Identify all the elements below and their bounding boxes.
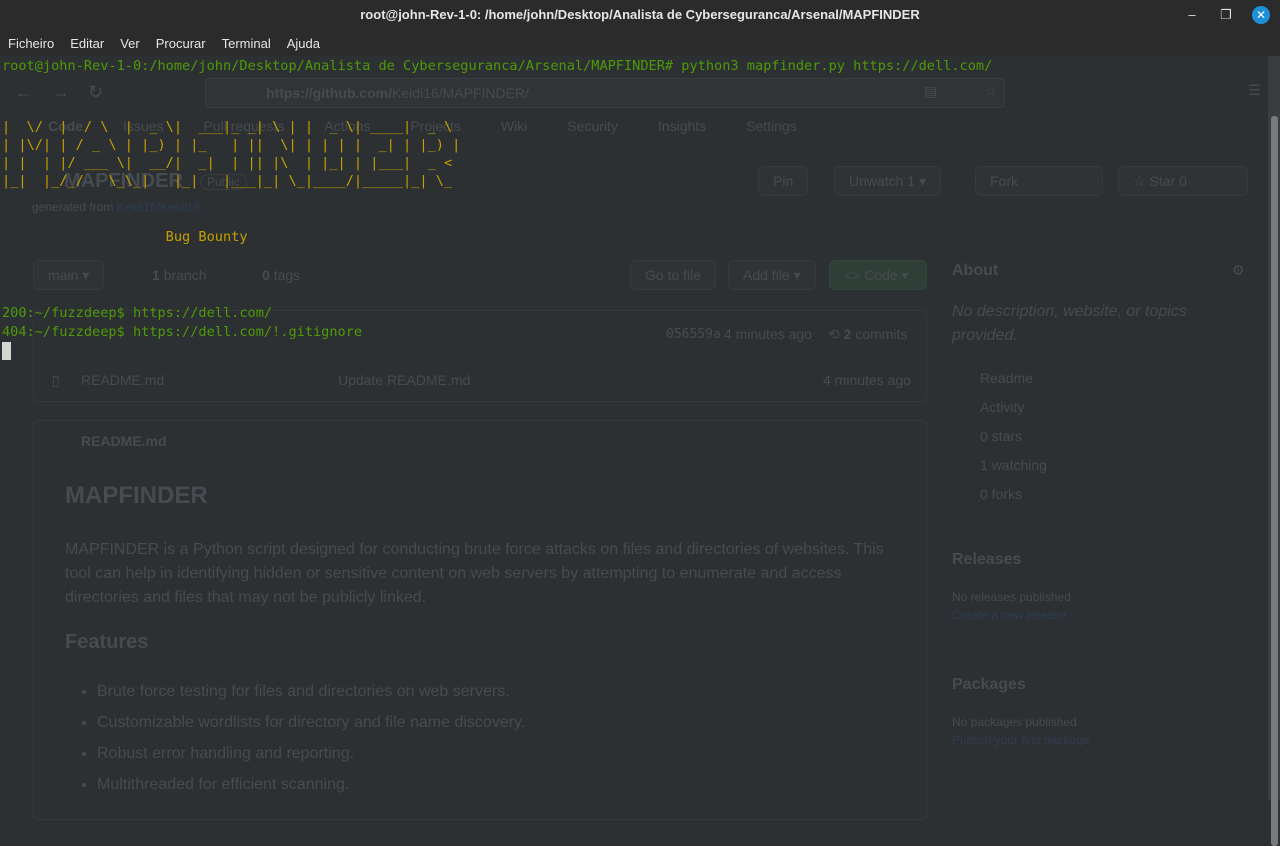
maximize-button[interactable]: ❐	[1218, 0, 1234, 30]
watch-count: 1	[907, 173, 916, 189]
commits-count: 2	[843, 326, 852, 342]
features-title: Features	[65, 631, 149, 653]
packages-title: Packages	[952, 676, 1026, 693]
feature-item: Brute force testing for files and direct…	[97, 676, 525, 707]
commit-time: 4 minutes ago	[724, 326, 812, 342]
commit-hash: 056559a	[666, 327, 721, 342]
about-readme: Readme	[980, 370, 1033, 386]
create-release-link: Create a new release	[952, 608, 1067, 622]
forward-icon: →	[52, 82, 70, 102]
about-watching: 1 watching	[980, 457, 1047, 473]
unwatch-button: Unwatch 1 ▾	[834, 166, 942, 196]
feature-item: Robust error handling and reporting.	[97, 738, 525, 769]
feature-item: Multithreaded for efficient scanning.	[97, 769, 525, 800]
about-activity: Activity	[980, 399, 1025, 415]
scrollbar-thumb[interactable]	[1271, 116, 1278, 846]
ascii-banner-line: | \/ | / \ | _ \| ___|_ _| \ | | _ \| __…	[2, 119, 453, 135]
about-title: About	[952, 262, 999, 279]
star-label: Star	[1149, 173, 1176, 189]
star-count: 0	[1179, 173, 1187, 189]
file-commit-message: Update README.md	[338, 372, 471, 388]
readme-header: README.md	[81, 433, 167, 449]
file-time: 4 minutes ago	[823, 372, 911, 388]
publish-package-link: Publish your first package	[952, 733, 1090, 747]
close-button[interactable]: ✕	[1252, 6, 1270, 24]
reload-icon: ↻	[88, 82, 104, 102]
no-packages: No packages published	[952, 715, 1077, 729]
result-line: 200:~/fuzzdeep$ https://dell.com/	[2, 305, 273, 321]
ascii-banner-line: | | | |/ ___ \| __/| _| | || |\ | |_| | …	[2, 155, 453, 171]
url-bar: https://github.com/Keidi16/MAPFINDER/ ▤ …	[205, 78, 1005, 108]
about-description: No description, website, or topics provi…	[952, 303, 1187, 344]
tab-wiki: Wiki	[500, 118, 528, 134]
menu-editar[interactable]: Editar	[70, 36, 104, 51]
terminal-scrollbar[interactable]	[1268, 56, 1280, 846]
about-stars: 0 stars	[980, 428, 1023, 444]
readme-title: MAPFINDER	[65, 482, 208, 509]
branch-count: 1	[152, 267, 160, 283]
branch-selector: main ▾	[33, 260, 105, 290]
menu-ver[interactable]: Ver	[120, 36, 140, 51]
star-button: ☆ Star 0	[1118, 166, 1248, 196]
pin-button: Pin	[758, 166, 809, 196]
back-icon: ←	[15, 82, 33, 102]
url-domain: https://github.com/	[266, 85, 392, 101]
tab-security: Security	[567, 118, 618, 134]
feature-item: Customizable wordlists for directory and…	[97, 707, 525, 738]
about-list: Readme Activity 0 stars 1 watching 0 for…	[980, 364, 1047, 509]
banner-subtitle: Bug Bounty	[2, 229, 248, 245]
menu-procurar[interactable]: Procurar	[156, 36, 206, 51]
terminal-cursor	[2, 342, 11, 360]
reader-icon: ▤	[924, 83, 938, 99]
about-forks: 0 forks	[980, 486, 1023, 502]
code-label: Code	[864, 267, 898, 283]
menu-ajuda[interactable]: Ajuda	[287, 36, 320, 51]
tab-insights: Insights	[657, 118, 707, 134]
window-title: root@john-Rev-1-0: /home/john/Desktop/An…	[360, 7, 920, 22]
file-icon: ▯	[52, 372, 60, 388]
minimize-button[interactable]: –	[1184, 0, 1200, 30]
menu-icon: ☰	[1248, 82, 1261, 98]
generated-from: generated from	[32, 200, 114, 214]
branch-name: main	[48, 267, 79, 283]
no-releases: No releases published	[952, 590, 1071, 604]
ascii-banner-line: |_| |_/_/ \_\_| |_| |___|_| \_|____/|___…	[2, 173, 453, 189]
menu-ficheiro[interactable]: Ficheiro	[8, 36, 54, 51]
ascii-banner-line: | |\/| | / _ \ | |_) | |_ | || \| | | | …	[2, 137, 461, 153]
tag-count: 0	[262, 267, 270, 283]
go-to-file-button: Go to file	[630, 260, 717, 290]
terminal-command-line: root@john-Rev-1-0:/home/john/Desktop/Ana…	[2, 58, 993, 74]
menu-terminal[interactable]: Terminal	[222, 36, 271, 51]
add-file-button: Add file ▾	[728, 260, 816, 290]
fork-button: Fork	[975, 166, 1103, 196]
tag-label: tags	[273, 267, 301, 283]
unwatch-label: Unwatch	[849, 173, 904, 189]
result-line: 404:~/fuzzdeep$ https://dell.com/!.gitig…	[2, 324, 363, 340]
branch-label: branch	[163, 267, 207, 283]
features-list: Brute force testing for files and direct…	[97, 676, 525, 800]
readme-text: MAPFINDER is a Python script designed fo…	[65, 541, 884, 606]
tab-settings: Settings	[746, 118, 797, 134]
commits-label: commits	[855, 326, 908, 342]
template-link: Keidi16/Keidi16	[116, 200, 201, 214]
star-bookmark-icon: ☆	[984, 83, 997, 99]
releases-title: Releases	[952, 551, 1022, 568]
menu-bar: Ficheiro Editar Ver Procurar Terminal Aj…	[0, 30, 1280, 56]
gear-icon: ⚙	[1232, 262, 1245, 278]
url-path: Keidi16/MAPFINDER/	[391, 85, 529, 101]
file-name: README.md	[81, 372, 165, 388]
add-file-label: Add file	[743, 267, 790, 283]
window-titlebar: root@john-Rev-1-0: /home/john/Desktop/An…	[0, 0, 1280, 30]
code-button: <> Code ▾	[829, 260, 927, 290]
